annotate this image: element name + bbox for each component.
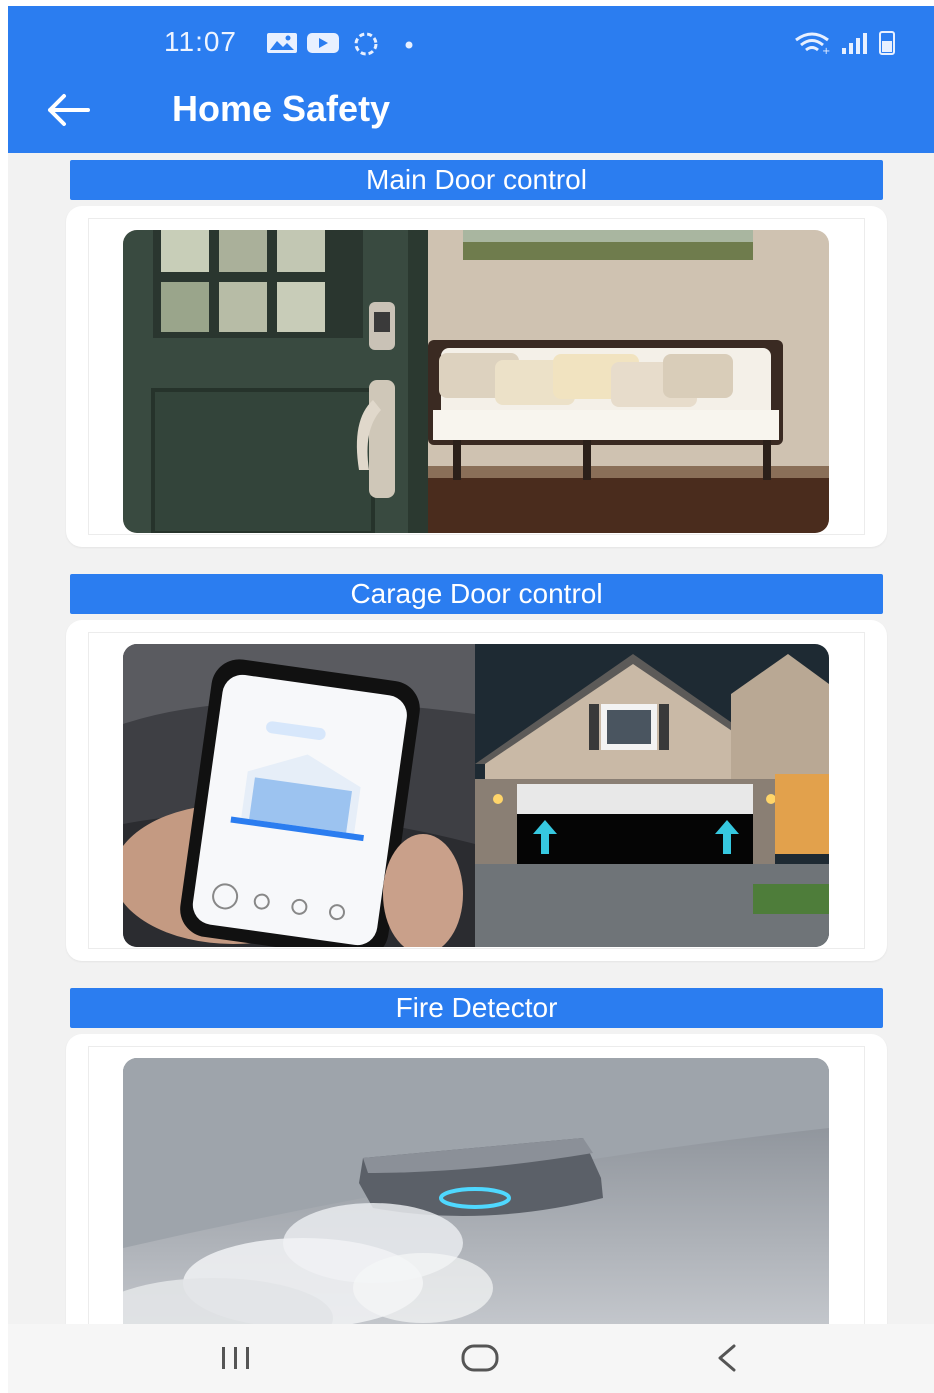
sync-icon	[354, 32, 378, 56]
card-fire-detector[interactable]	[66, 1034, 887, 1364]
smoke-detector-photo	[123, 1058, 829, 1348]
battery-icon	[879, 31, 895, 55]
status-right-icons: +	[795, 31, 895, 56]
system-nav-bar	[8, 1324, 934, 1393]
status-time: 11:07	[164, 26, 237, 57]
wifi-icon: +	[795, 32, 830, 56]
page-title: Home Safety	[172, 88, 391, 129]
card-main-door[interactable]	[66, 206, 887, 547]
signal-icon	[842, 33, 867, 54]
arrow-left-icon[interactable]	[44, 92, 90, 128]
garage-door-app-photo	[123, 644, 829, 947]
svg-text:+: +	[822, 46, 830, 56]
card-garage-door[interactable]	[66, 620, 887, 961]
front-door-smart-lock-photo	[123, 230, 829, 533]
youtube-icon	[307, 33, 339, 53]
back-icon[interactable]	[708, 1338, 748, 1378]
section-header-main-door[interactable]: Main Door control	[70, 160, 883, 200]
section-header-garage-door[interactable]: Carage Door control	[70, 574, 883, 614]
status-bar: 11:07 +	[8, 6, 934, 76]
recent-apps-icon[interactable]	[216, 1338, 256, 1378]
phone-screen: 11:07 + Home Safety Main Door control Ca…	[8, 6, 934, 1393]
app-bar: 11:07 + Home Safety	[8, 6, 934, 153]
home-icon[interactable]	[458, 1338, 502, 1378]
section-header-fire-detector[interactable]: Fire Detector	[70, 988, 883, 1028]
dot-icon	[405, 41, 413, 49]
gallery-icon	[267, 33, 297, 53]
